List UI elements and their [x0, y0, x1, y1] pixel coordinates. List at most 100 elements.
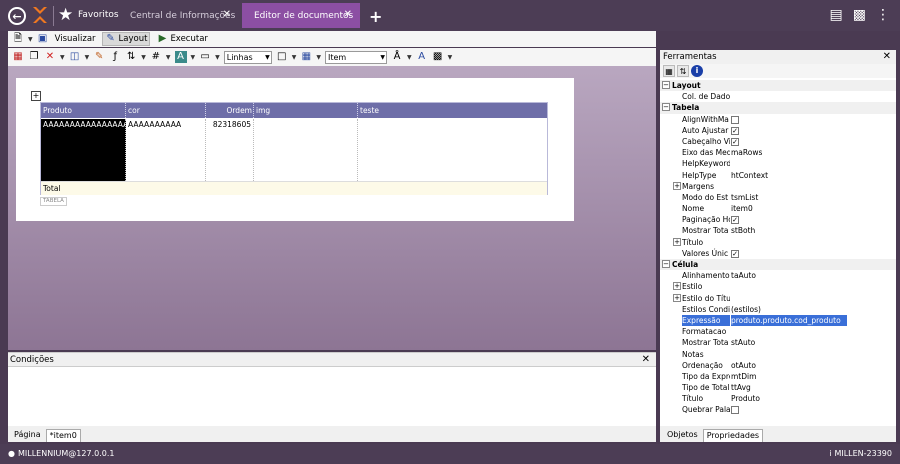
property-value[interactable]: stAuto: [731, 337, 891, 348]
chevron-down-icon[interactable]: ▼: [166, 54, 171, 61]
chevron-down-icon[interactable]: ▼: [407, 54, 412, 61]
close-icon[interactable]: ✕: [642, 353, 650, 367]
expand-icon[interactable]: +: [673, 181, 681, 190]
clipboard-icon[interactable]: ▤: [830, 7, 843, 23]
text-color-icon[interactable]: A: [174, 51, 187, 63]
star-icon[interactable]: ★: [58, 5, 73, 25]
property-value[interactable]: htContext: [731, 170, 891, 181]
move-handle-icon[interactable]: +: [31, 91, 41, 101]
property-value[interactable]: ✓: [731, 136, 891, 147]
favorites-link[interactable]: Favoritos: [78, 10, 119, 20]
lines-select[interactable]: Linhas ▼: [223, 50, 272, 64]
column-header[interactable]: cor: [126, 103, 206, 118]
property-value[interactable]: ✓: [731, 214, 891, 225]
property-category[interactable]: − Célula: [660, 259, 896, 271]
checkbox[interactable]: ✓: [731, 126, 739, 135]
chevron-down-icon[interactable]: ▼: [215, 54, 220, 61]
tab-pagina[interactable]: Página: [11, 429, 44, 442]
column-header[interactable]: img: [254, 103, 358, 118]
back-button[interactable]: ←: [8, 7, 26, 25]
delete-icon[interactable]: ✕: [44, 51, 56, 63]
property-row[interactable]: Tipo da Expre mtDim: [660, 371, 896, 382]
new-tab-plus-icon[interactable]: +: [369, 9, 382, 25]
number-format-icon[interactable]: #: [150, 51, 162, 63]
expand-icon[interactable]: +: [673, 293, 681, 302]
property-row[interactable]: Estilos Condi (estilos): [660, 304, 896, 315]
close-icon[interactable]: ✕: [883, 50, 891, 64]
property-row[interactable]: + Estilo do Títu: [660, 293, 896, 304]
table-footer-total[interactable]: Total: [41, 181, 547, 195]
property-value[interactable]: (estilos): [731, 304, 891, 315]
property-row[interactable]: Ordenação otAuto: [660, 360, 896, 371]
categorized-view-icon[interactable]: ▦: [663, 65, 675, 77]
property-row[interactable]: HelpType htContext: [660, 170, 896, 181]
property-value[interactable]: mtDim: [731, 371, 891, 382]
chevron-down-icon[interactable]: ▼: [28, 36, 33, 43]
checkbox[interactable]: ✓: [731, 249, 739, 258]
table-cell[interactable]: [254, 119, 358, 181]
column-header[interactable]: teste: [358, 103, 547, 118]
property-value[interactable]: [731, 404, 891, 415]
property-value[interactable]: ✓: [731, 125, 891, 136]
property-row[interactable]: Notas: [660, 349, 896, 360]
property-row[interactable]: Mostrar Tota stAuto: [660, 337, 896, 348]
property-row[interactable]: Valores Únic ✓: [660, 248, 896, 259]
property-row[interactable]: HelpKeyword: [660, 158, 896, 169]
sort-alpha-icon[interactable]: ⇅: [677, 65, 689, 77]
chevron-down-icon[interactable]: ▼: [316, 54, 321, 61]
property-value[interactable]: Produto: [731, 393, 891, 404]
property-category[interactable]: − Layout: [660, 80, 896, 92]
property-category[interactable]: − Tabela: [660, 102, 896, 114]
checkbox[interactable]: [731, 115, 739, 124]
collapse-icon[interactable]: −: [662, 260, 670, 268]
design-canvas[interactable]: + Produto cor Ordem img teste AAAAAAAAAA…: [8, 66, 656, 350]
property-row[interactable]: Eixo das Med maRows: [660, 147, 896, 158]
new-document-icon[interactable]: 🗎: [12, 33, 24, 45]
close-tab-icon[interactable]: ✕: [344, 9, 352, 20]
chevron-down-icon[interactable]: ▼: [448, 54, 453, 61]
collapse-icon[interactable]: −: [662, 81, 670, 89]
kebab-menu-icon[interactable]: ⋮: [876, 7, 890, 23]
property-row[interactable]: Expressão produto.produto.cod_produto: [660, 314, 896, 326]
font-size-icon[interactable]: Å: [391, 51, 403, 63]
property-row[interactable]: Tipo de Total ttAvg: [660, 382, 896, 393]
expand-icon[interactable]: +: [673, 282, 681, 291]
property-row[interactable]: Cabeçalho Vi ✓: [660, 136, 896, 147]
property-value[interactable]: item0: [731, 203, 891, 214]
property-row[interactable]: Quebrar Pala: [660, 404, 896, 415]
property-value[interactable]: produto.produto.cod_produto: [731, 314, 847, 326]
property-row[interactable]: Formatacao: [660, 326, 896, 337]
property-value[interactable]: otAuto: [731, 360, 891, 371]
property-value[interactable]: stBoth: [731, 225, 891, 236]
property-value[interactable]: ttAvg: [731, 382, 891, 393]
column-header[interactable]: Produto: [41, 103, 126, 118]
report-table[interactable]: Produto cor Ordem img teste AAAAAAAAAAAA…: [40, 102, 548, 195]
property-value[interactable]: [731, 114, 891, 125]
property-value[interactable]: ✓: [731, 248, 891, 259]
collapse-icon[interactable]: −: [662, 103, 670, 112]
fill-color-icon[interactable]: ▩: [432, 51, 444, 63]
copy-icon[interactable]: ❐: [28, 51, 40, 63]
property-row[interactable]: Nome item0: [660, 203, 896, 214]
property-row[interactable]: Col. de Dado 1: [660, 91, 896, 102]
property-row[interactable]: Mostrar Tota stBoth: [660, 225, 896, 236]
property-row[interactable]: Modo do Est tsmList: [660, 192, 896, 203]
property-value[interactable]: tsmList: [731, 192, 891, 203]
tab-propriedades[interactable]: Propriedades: [702, 429, 764, 442]
property-value[interactable]: maRows: [731, 147, 891, 158]
tab-objetos[interactable]: Objetos: [664, 429, 701, 442]
item-select[interactable]: Item ▼: [325, 50, 387, 64]
tab-central-informacoes[interactable]: Central de Informações ✕: [118, 3, 239, 28]
chevron-down-icon[interactable]: ▼: [191, 54, 196, 61]
property-row[interactable]: Alinhamento taAuto: [660, 270, 896, 281]
chevron-down-icon[interactable]: ▼: [60, 54, 65, 61]
property-row[interactable]: + Estilo: [660, 281, 896, 292]
chevron-down-icon[interactable]: ▼: [292, 54, 297, 61]
function-icon[interactable]: ƒ: [109, 51, 121, 63]
sort-icon[interactable]: ⇅: [125, 51, 137, 63]
tab-item0[interactable]: *item0: [45, 429, 81, 442]
expand-icon[interactable]: +: [673, 237, 681, 246]
close-tab-icon[interactable]: ✕: [223, 9, 231, 20]
border-icon[interactable]: □: [276, 51, 288, 63]
save-icon[interactable]: ▣: [37, 33, 49, 45]
